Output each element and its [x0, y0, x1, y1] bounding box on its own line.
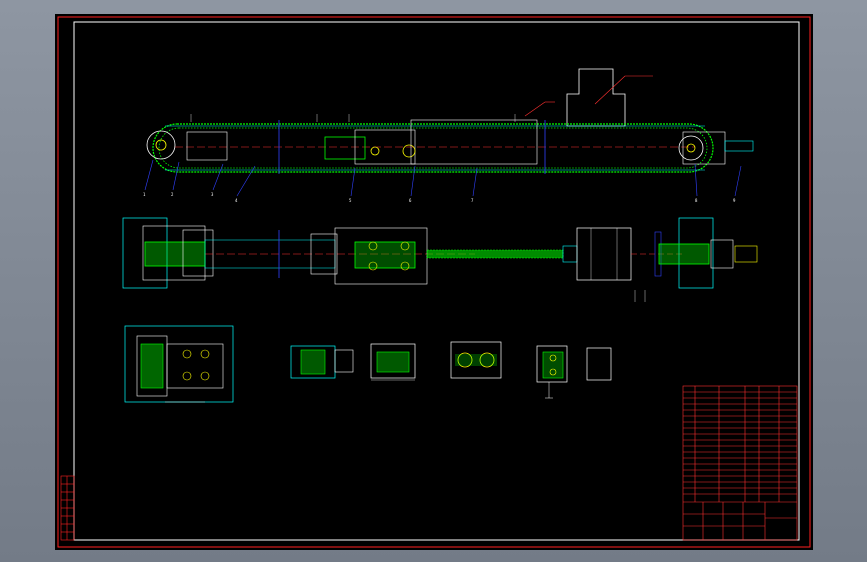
svg-text:5: 5 — [349, 198, 352, 203]
part-balloons — [144, 159, 742, 197]
conveyor-frame — [152, 123, 714, 173]
revision-strip — [60, 475, 75, 541]
svg-text:3: 3 — [211, 192, 214, 197]
svg-text:8: 8 — [695, 198, 698, 203]
parts-list-table — [682, 385, 798, 541]
section-c-c-view — [370, 343, 416, 381]
section-b-b-view — [290, 345, 354, 379]
svg-text:6: 6 — [409, 198, 412, 203]
svg-text:9: 9 — [733, 198, 736, 203]
plan-view — [122, 217, 758, 302]
drive-housing — [566, 68, 626, 127]
section-e-e-view — [450, 341, 502, 379]
svg-text:1: 1 — [143, 192, 146, 197]
inner-frame — [73, 21, 800, 541]
drive-motor — [576, 227, 632, 281]
outer-frame — [57, 16, 811, 548]
svg-text:2: 2 — [171, 192, 174, 197]
elevation-view: 1 2 3 4 5 6 7 8 9 — [143, 68, 754, 203]
head-assembly — [658, 243, 710, 265]
tail-assembly — [144, 241, 206, 267]
head-sprocket — [678, 135, 704, 161]
carriage-1 — [324, 136, 366, 160]
detail-d-view — [536, 345, 612, 399]
svg-text:7: 7 — [471, 198, 474, 203]
chain-strip — [426, 249, 564, 259]
section-a-a-view — [124, 325, 234, 403]
tail-sprocket — [146, 130, 176, 160]
carriage-2 — [410, 119, 538, 165]
svg-text:4: 4 — [235, 198, 238, 203]
drawing-viewport[interactable]: 1 2 3 4 5 6 7 8 9 — [55, 14, 813, 550]
cad-drawing-sheet: 1 2 3 4 5 6 7 8 9 — [57, 16, 811, 548]
